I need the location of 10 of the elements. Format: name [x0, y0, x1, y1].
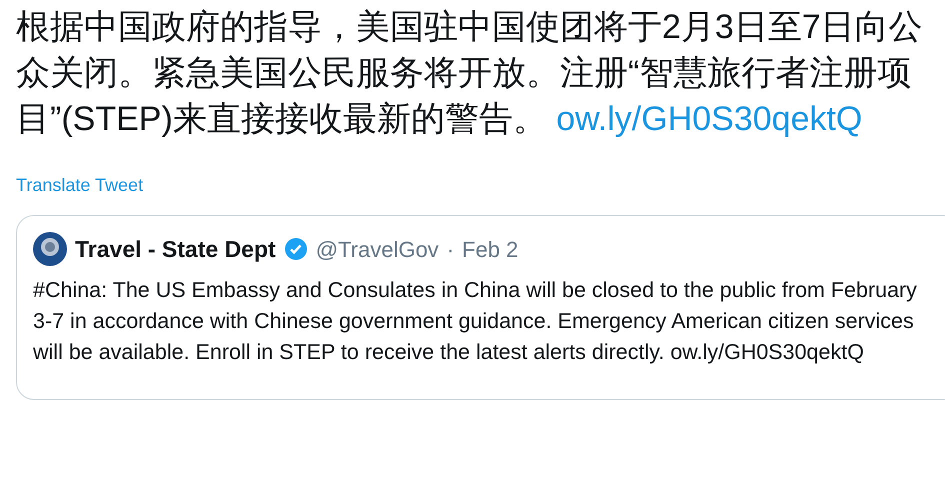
separator: ·	[446, 236, 454, 264]
quoted-tweet-card[interactable]	[16, 215, 945, 400]
quoted-tweet-text: #China: The US Embassy and Consulates in China will be closed to the public from February 3-7 in accordance with Chinese government guidance. Emergency American citizen services will be available. Enroll in STEP to receive the latest alerts directly. ow.ly/GH0S30qektQ	[33, 276, 918, 366]
account-name: Travel - State Dept	[75, 235, 276, 264]
tweet-text: 根据中国政府的指导，美国驻中国使团将于2月3日至7日向公众关闭。紧急美国公民服务将开放。注册“智慧旅行者注册项目”(STEP)来直接接收最新的警告。 ow.ly/GH0S30qektQ	[16, 7, 924, 140]
tweet-date: Feb 2	[462, 236, 518, 264]
avatar-icon	[33, 232, 67, 266]
account-handle: @TravelGov	[316, 236, 439, 264]
tweet-link[interactable]: ow.ly/GH0S30qektQ	[556, 100, 862, 138]
translate-tweet-link[interactable]: Translate Tweet	[16, 175, 144, 195]
